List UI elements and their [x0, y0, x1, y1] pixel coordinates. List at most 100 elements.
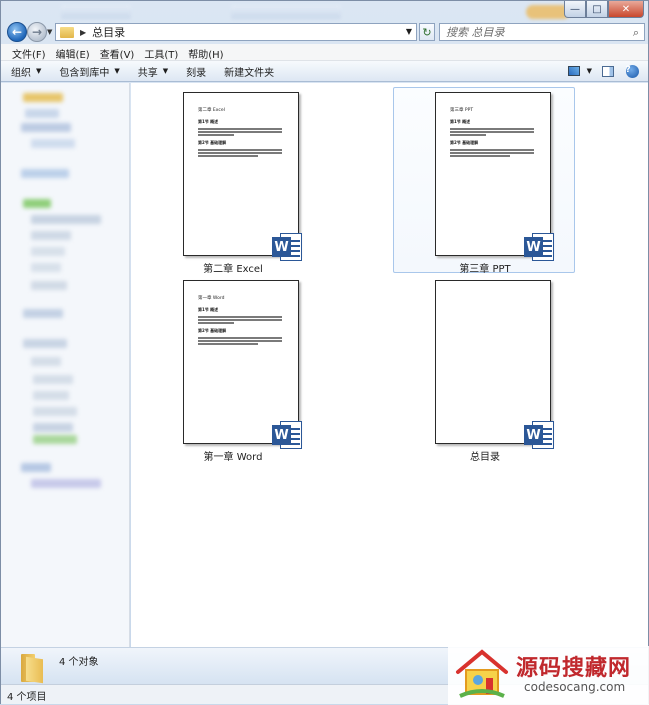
organize-button[interactable]: 组织 ▼ [11, 64, 41, 79]
organize-label: 组织 [11, 67, 31, 79]
address-dropdown-icon[interactable]: ▼ [406, 27, 412, 36]
search-input[interactable]: 搜索 总目录 ⌕ [439, 23, 645, 41]
navigation-pane[interactable] [1, 83, 130, 647]
watermark: 源码搜藏网 codesocang.com [448, 646, 649, 705]
thumb-section: 第1节 概述 [450, 119, 471, 124]
word-document-icon: W [272, 233, 302, 261]
address-bar[interactable]: ▶ 总目录 ▼ [55, 23, 417, 41]
thumb-section: 第2节 基础理解 [450, 140, 479, 145]
back-button[interactable]: ← [7, 22, 27, 42]
thumb-section: 第1节 概述 [198, 307, 219, 312]
toolbar-right: ▼ ? [558, 64, 640, 78]
blurred-nav-item [33, 435, 77, 444]
selection-count: 4 个对象 [59, 657, 99, 668]
menu-edit[interactable]: 编辑(E) [51, 44, 95, 61]
thumb-text-line [450, 128, 534, 130]
thumb-text-line [198, 319, 282, 321]
breadcrumb-current-folder[interactable]: 总目录 [92, 24, 125, 40]
thumb-text-line [450, 155, 510, 157]
blurred-nav-item [31, 263, 61, 272]
new-folder-label: 新建文件夹 [224, 67, 275, 79]
forward-button[interactable]: → [27, 22, 47, 42]
help-button[interactable]: ? [624, 64, 640, 78]
maximize-button[interactable]: □ [586, 1, 608, 18]
minimize-button[interactable]: — [564, 1, 586, 18]
file-name[interactable]: 第二章 Excel [142, 260, 324, 275]
chevron-down-icon: ▼ [36, 67, 42, 75]
house-logo-icon [456, 649, 508, 698]
blurred-nav-item [31, 215, 101, 224]
thumb-title: 第一章 Word [198, 296, 225, 301]
menu-view[interactable]: 查看(V) [95, 44, 140, 61]
command-bar: 组织 ▼ 包含到库中 ▼ 共享 ▼ 刻录 新建文件夹 ▼ ? [1, 61, 648, 82]
search-icon[interactable]: ⌕ [633, 26, 639, 40]
folder-icon [21, 654, 43, 684]
blurred-nav-item [33, 375, 73, 384]
watermark-title: 源码搜藏网 [516, 656, 632, 681]
blurred-tab [61, 5, 131, 19]
folder-icon [60, 26, 74, 38]
menu-file[interactable]: 文件(F) [7, 44, 51, 61]
file-item-chapter1-word[interactable]: 第一章 Word 第1节 概述 第2节 基础理解 W 第一章 Word [141, 275, 324, 463]
blurred-nav-item [33, 391, 69, 400]
thumb-text-line [450, 131, 534, 133]
thumb-text-line [198, 131, 282, 133]
blurred-nav-item [21, 463, 51, 472]
file-name[interactable]: 总目录 [394, 448, 576, 463]
title-bar: — □ ✕ [1, 1, 648, 21]
document-thumbnail: 第二章 Excel 第1节 概述 第2节 基础理解 W [183, 92, 302, 261]
menu-bar: 文件(F) 编辑(E) 查看(V) 工具(T) 帮助(H) [1, 44, 648, 61]
document-thumbnail: W [435, 280, 554, 449]
menu-help[interactable]: 帮助(H) [183, 44, 228, 61]
blurred-nav-item [31, 281, 67, 290]
blurred-nav-item [33, 423, 73, 432]
recent-pages-dropdown[interactable]: ▼ [47, 28, 52, 36]
explorer-window: — □ ✕ ← → ▼ ▶ 总目录 ▼ ↻ 搜索 总目录 ⌕ 文件(F) 编辑(… [0, 0, 649, 705]
menu-tools[interactable]: 工具(T) [139, 44, 183, 61]
thumb-text-line [450, 152, 534, 154]
word-document-icon: W [524, 421, 554, 449]
include-in-library-label: 包含到库中 [59, 67, 110, 79]
change-view-button[interactable] [566, 64, 582, 78]
thumb-text-line [198, 149, 282, 151]
close-button[interactable]: ✕ [608, 1, 644, 18]
address-row: ← → ▼ ▶ 总目录 ▼ ↻ 搜索 总目录 ⌕ [1, 21, 648, 43]
document-thumbnail: 第一章 Word 第1节 概述 第2节 基础理解 W [183, 280, 302, 449]
document-thumbnail: 第三章 PPT 第1节 概述 第2节 基础理解 W [435, 92, 554, 261]
thumb-text-line [450, 149, 534, 151]
burn-label: 刻录 [186, 67, 207, 79]
include-in-library-button[interactable]: 包含到库中 ▼ [59, 64, 119, 79]
new-folder-button[interactable]: 新建文件夹 [224, 64, 274, 79]
thumb-text-line [198, 316, 282, 318]
arrow-left-icon: ← [11, 25, 23, 39]
blurred-nav-item [31, 247, 65, 256]
arrow-right-icon: → [31, 25, 43, 39]
breadcrumb-chevron-icon[interactable]: ▶ [80, 28, 86, 37]
file-item-master-index[interactable]: W 总目录 [393, 275, 576, 463]
thumb-title: 第二章 Excel [198, 108, 225, 113]
view-options-dropdown[interactable]: ▼ [587, 67, 592, 75]
file-name[interactable]: 第三章 PPT [394, 260, 576, 275]
thumb-text-line [198, 343, 258, 345]
file-list-view[interactable]: 第二章 Excel 第1节 概述 第2节 基础理解 W 第二章 Excel 第三… [131, 83, 648, 647]
thumb-text-line [450, 134, 486, 136]
burn-button[interactable]: 刻录 [186, 64, 206, 79]
preview-pane-icon [602, 65, 614, 77]
thumb-text-line [198, 155, 258, 157]
refresh-button[interactable]: ↻ [419, 23, 435, 41]
thumb-section: 第1节 概述 [198, 119, 219, 124]
file-item-chapter2-excel[interactable]: 第二章 Excel 第1节 概述 第2节 基础理解 W 第二章 Excel [141, 87, 324, 275]
share-button[interactable]: 共享 ▼ [138, 64, 168, 79]
blurred-nav-item [31, 479, 101, 488]
thumb-text-line [198, 337, 282, 339]
thumb-text-line [198, 340, 282, 342]
thumb-text-line [198, 152, 282, 154]
file-name[interactable]: 第一章 Word [142, 448, 324, 463]
blurred-nav-item [25, 109, 59, 118]
thumb-section: 第2节 基础理解 [198, 140, 227, 145]
preview-pane-button[interactable] [600, 64, 616, 78]
blurred-nav-item [33, 407, 77, 416]
thumb-section: 第2节 基础理解 [198, 328, 227, 333]
blurred-nav-item [21, 123, 71, 132]
file-item-chapter3-ppt[interactable]: 第三章 PPT 第1节 概述 第2节 基础理解 W 第三章 PPT [393, 87, 576, 275]
